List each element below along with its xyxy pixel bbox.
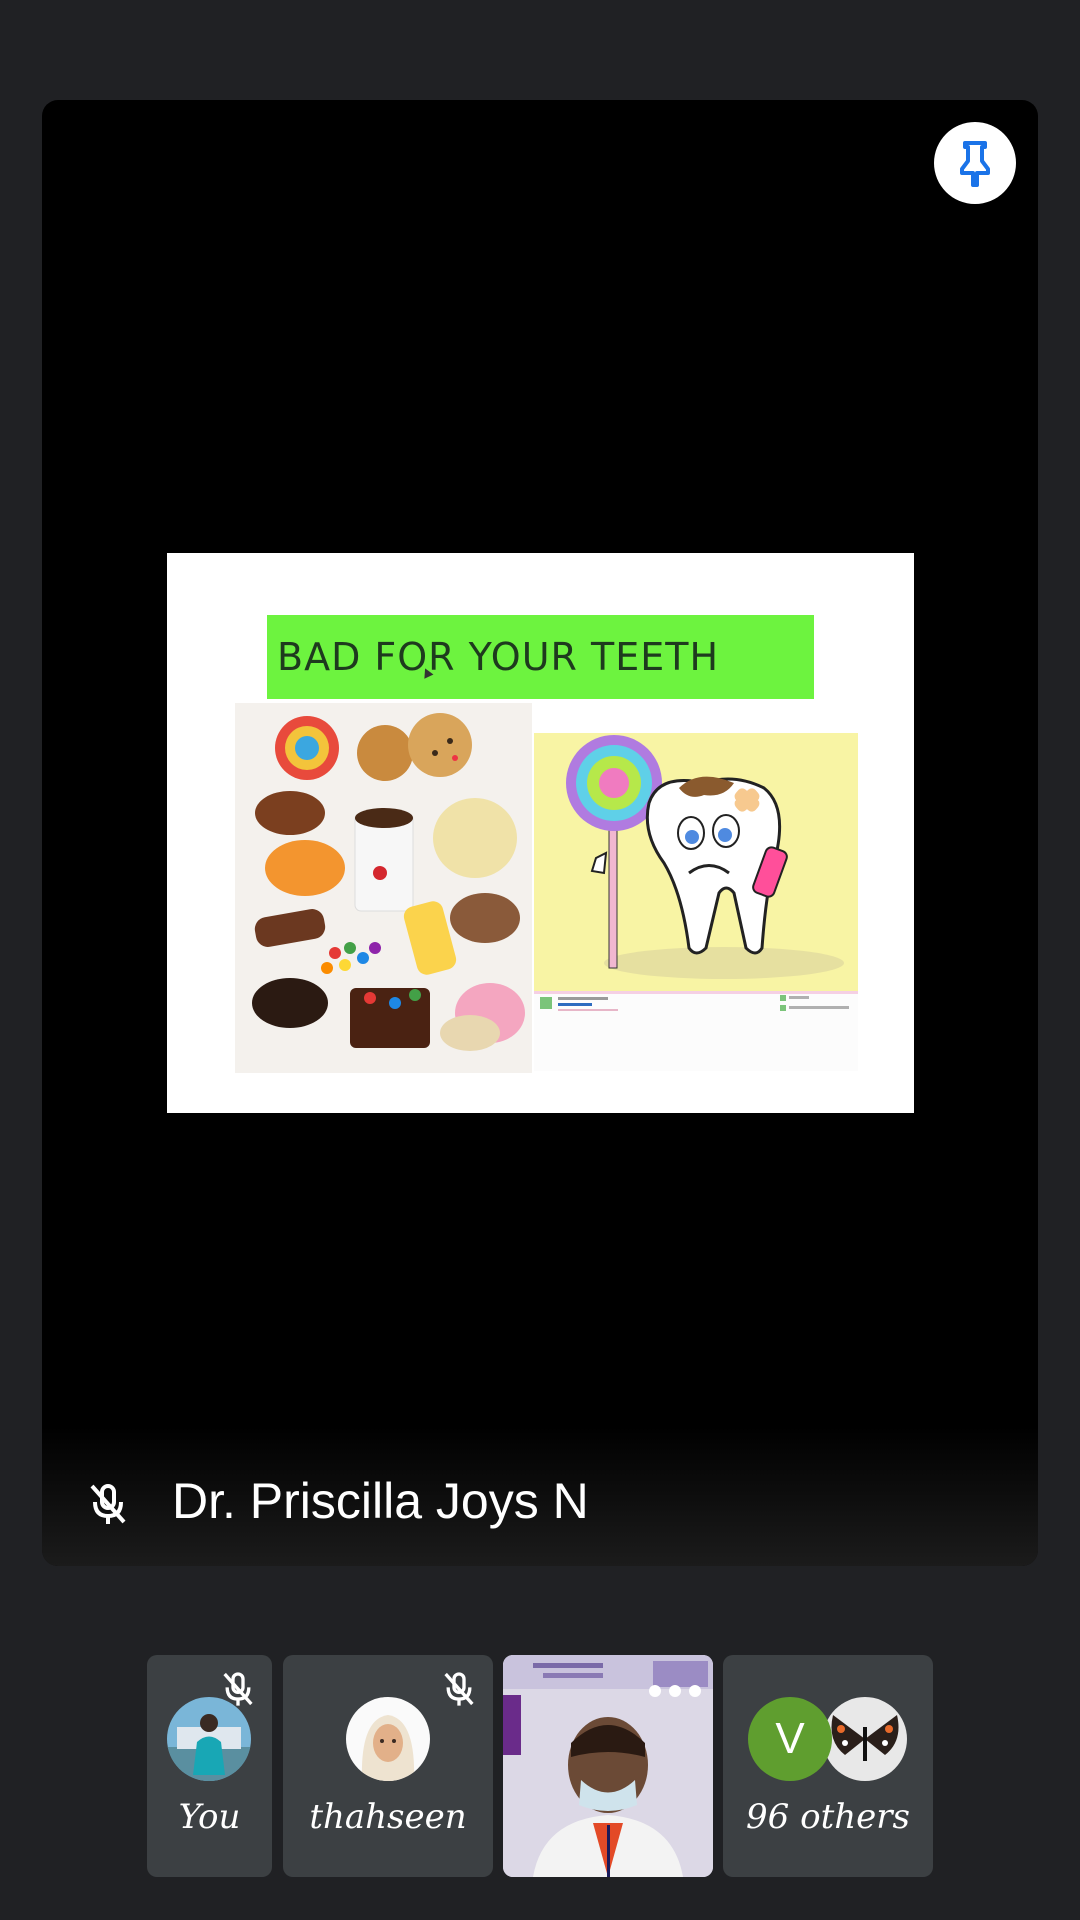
pin-button[interactable]: [934, 122, 1016, 204]
speaker-info-bar: Dr. Priscilla Joys N: [42, 1426, 1038, 1566]
pin-icon: [960, 141, 990, 187]
participant-name: You: [178, 1797, 241, 1837]
participant-name: thahseen: [309, 1797, 467, 1837]
participant-tile-you[interactable]: You: [147, 1655, 272, 1877]
participant-name: 96 others: [746, 1797, 910, 1837]
participant-video-tile[interactable]: [503, 1655, 713, 1877]
more-icon[interactable]: [649, 1685, 701, 1697]
participant-tile-others[interactable]: V 96 others: [723, 1655, 933, 1877]
participant-tile-thahseen[interactable]: thahseen: [283, 1655, 493, 1877]
avatar-v: V: [748, 1697, 832, 1781]
avatar-letter: V: [775, 1714, 805, 1763]
image-caption-strip: [534, 991, 858, 1071]
cartoon-tooth-image: [534, 733, 858, 991]
sweets-image: [235, 703, 532, 1073]
participant-strip: You thahseen V 96 others: [0, 1655, 1080, 1877]
slide-title: BAD FOR YOUR TEETH: [267, 615, 814, 699]
mic-off-icon: [90, 1484, 126, 1524]
mic-off-icon: [444, 1672, 474, 1706]
presentation-slide: BAD FOR YOUR TEETH: [167, 553, 914, 1113]
speaker-name: Dr. Priscilla Joys N: [172, 1473, 589, 1529]
avatar: [346, 1697, 430, 1781]
avatar: [823, 1697, 907, 1781]
avatar: [167, 1697, 251, 1781]
main-video-tile[interactable]: BAD FOR YOUR TEETH Dr. Priscilla Joys N: [42, 100, 1038, 1566]
